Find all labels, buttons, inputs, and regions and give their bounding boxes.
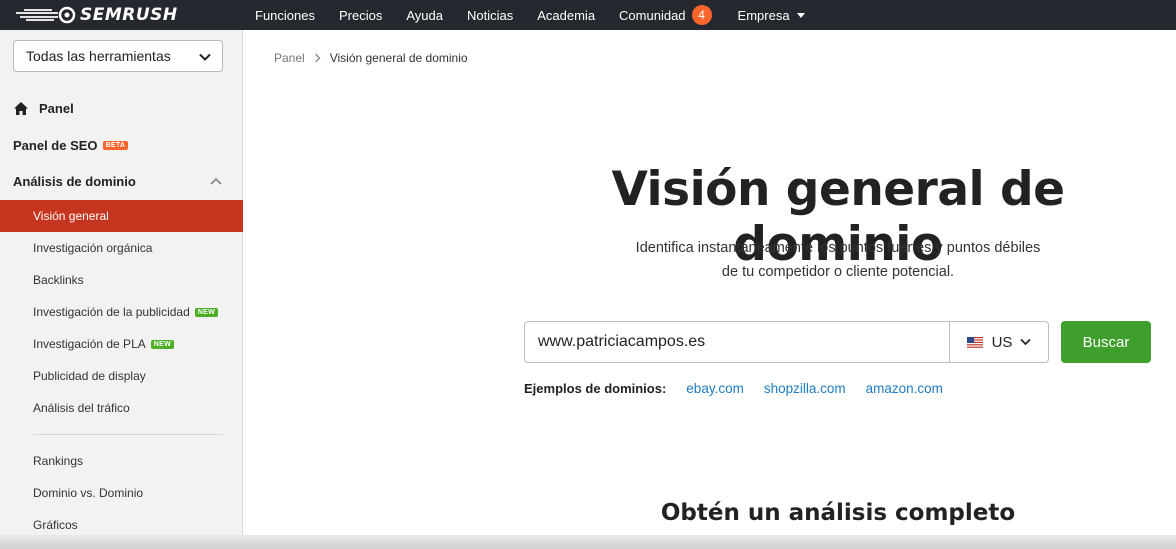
breadcrumb: Panel Visión general de dominio [274, 51, 468, 65]
example-link-shopzilla[interactable]: shopzilla.com [764, 381, 846, 396]
notification-badge: 4 [691, 5, 712, 25]
breadcrumb-current: Visión general de dominio [329, 51, 468, 65]
examples-label: Ejemplos de dominios: [524, 381, 667, 396]
top-nav: Funciones Precios Ayuda Noticias Academi… [255, 0, 829, 30]
sidebar-item-label: Rankings [33, 454, 84, 468]
beta-badge: BETA [102, 141, 129, 150]
search-button[interactable]: Buscar [1061, 321, 1151, 363]
sidebar-item-pla[interactable]: Investigación de PLA NEW [0, 328, 243, 360]
nav-label: Ayuda [406, 7, 443, 23]
page-subtitle: Identifica instantáneamente los puntos f… [580, 236, 1096, 284]
sidebar-item-panel[interactable]: Panel [13, 101, 74, 116]
top-navbar: SEMRUSH Funciones Precios Ayuda Noticias… [0, 0, 1176, 30]
sidebar-item-label: Visión general [33, 209, 109, 223]
home-icon [14, 102, 28, 115]
sidebar-item-rankings[interactable]: Rankings [0, 445, 243, 477]
country-selector[interactable]: US [949, 322, 1048, 362]
nav-label: Comunidad [619, 7, 686, 23]
example-link-amazon[interactable]: amazon.com [866, 381, 943, 396]
semrush-flame-icon [16, 6, 76, 24]
sidebar-item-label: Análisis del tráfico [33, 401, 130, 415]
sidebar-item-label: Investigación de la publicidad [33, 305, 190, 319]
domain-search-input[interactable] [525, 322, 949, 362]
us-flag-icon [966, 336, 983, 348]
domain-search-box: US [524, 321, 1049, 363]
nav-noticias[interactable]: Noticias [467, 8, 513, 23]
sidebar-item-label: Investigación de PLA [33, 337, 146, 351]
semrush-logo[interactable]: SEMRUSH [14, 2, 178, 28]
nav-empresa-dropdown[interactable]: Empresa [738, 8, 805, 23]
new-badge: NEW [194, 307, 219, 317]
tools-dropdown-label: Todas las herramientas [26, 48, 171, 64]
sidebar-item-label: Publicidad de display [33, 369, 146, 383]
nav-funciones[interactable]: Funciones [255, 8, 315, 23]
tools-dropdown[interactable]: Todas las herramientas [13, 40, 223, 72]
sidebar: Todas las herramientas Panel Panel de SE… [0, 30, 243, 549]
nav-label: Noticias [466, 7, 514, 23]
chevron-right-icon [314, 53, 321, 63]
sidebar-item-backlinks[interactable]: Backlinks [0, 264, 243, 296]
nav-label: Funciones [255, 7, 315, 23]
sidebar-item-label: Panel de SEO [13, 138, 98, 153]
example-link-ebay[interactable]: ebay.com [686, 381, 744, 396]
nav-comunidad[interactable]: Comunidad 4 [619, 5, 712, 25]
sidebar-section-domain-analysis[interactable]: Análisis de dominio [13, 174, 223, 189]
sidebar-item-display[interactable]: Publicidad de display [0, 360, 243, 392]
nav-ayuda[interactable]: Ayuda [406, 8, 443, 23]
sidebar-item-seo-panel[interactable]: Panel de SEO BETA [13, 138, 129, 153]
country-label: US [991, 333, 1013, 351]
nav-precios[interactable]: Precios [339, 8, 382, 23]
caret-down-icon [796, 12, 805, 18]
section-heading: Obtén un análisis completo [660, 500, 1016, 526]
sidebar-item-domain-vs-domain[interactable]: Dominio vs. Dominio [0, 477, 243, 509]
sidebar-item-label: Panel [39, 101, 74, 116]
window-bottom-edge [0, 535, 1176, 549]
sidebar-item-organic[interactable]: Investigación orgánica [0, 232, 243, 264]
sidebar-item-label: Gráficos [33, 518, 78, 532]
nav-academia[interactable]: Academia [537, 8, 595, 23]
sidebar-divider [33, 434, 223, 435]
sidebar-item-overview[interactable]: Visión general [0, 200, 243, 232]
chevron-down-icon [199, 53, 211, 61]
sidebar-item-advertising[interactable]: Investigación de la publicidad NEW [0, 296, 243, 328]
chevron-down-icon [1020, 338, 1032, 346]
domain-examples: Ejemplos de dominios: ebay.com shopzilla… [524, 381, 963, 396]
sidebar-item-traffic[interactable]: Análisis del tráfico [0, 392, 243, 424]
sidebar-section-label: Análisis de dominio [13, 174, 136, 189]
nav-label: Precios [338, 7, 383, 23]
chevron-up-icon [210, 177, 222, 185]
brand-name: SEMRUSH [80, 5, 178, 25]
new-badge: NEW [150, 339, 174, 349]
subtitle-line: de tu competidor o cliente potencial. [721, 264, 955, 280]
sidebar-item-label: Dominio vs. Dominio [33, 486, 144, 500]
subtitle-line: Identifica instantáneamente los puntos f… [635, 240, 1041, 256]
breadcrumb-root-link[interactable]: Panel [274, 51, 305, 65]
nav-label: Empresa [737, 7, 790, 23]
sidebar-item-label: Investigación orgánica [33, 241, 153, 255]
sidebar-item-label: Backlinks [33, 273, 84, 287]
nav-label: Academia [537, 7, 596, 23]
